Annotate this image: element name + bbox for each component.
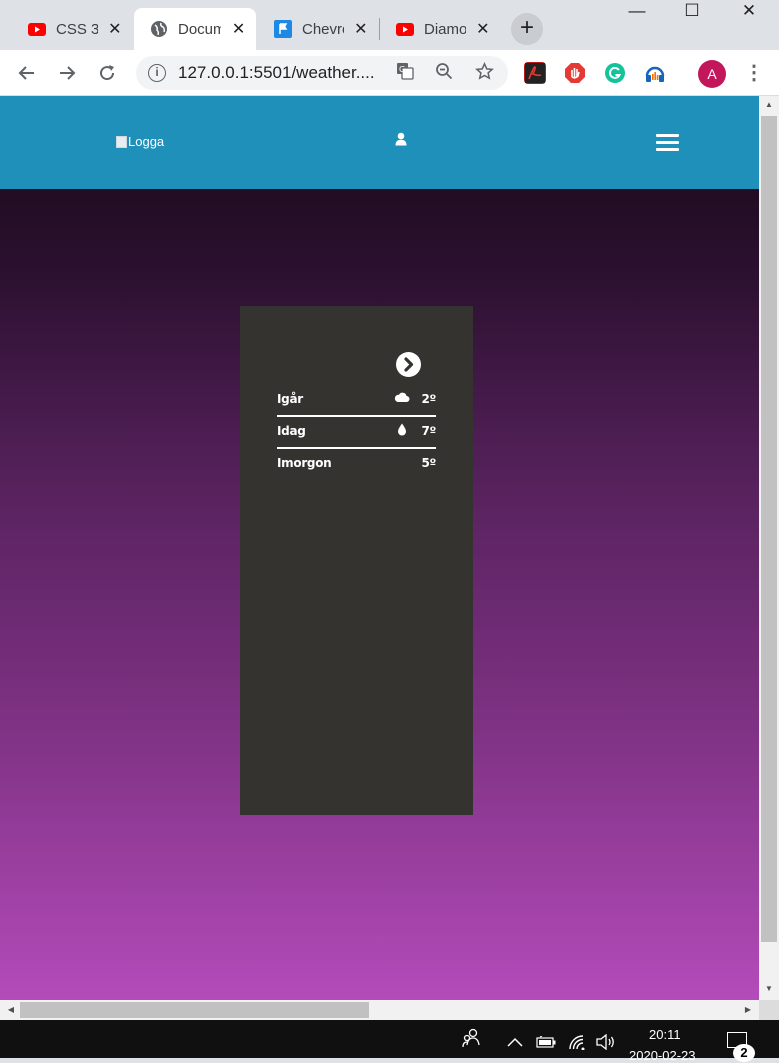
back-button[interactable] [12,58,42,88]
site-info-icon[interactable]: i [148,64,166,82]
tab-diamond[interactable]: Diamond ✕ [380,8,500,50]
weather-temp: 7º [421,424,436,438]
vertical-scroll-thumb[interactable] [761,116,777,942]
profile-avatar[interactable]: A [698,60,726,88]
scroll-corner [759,1000,779,1020]
user-icon[interactable] [395,132,407,146]
flag-icon [274,20,292,38]
arrow-right-icon [60,66,76,80]
address-bar[interactable]: i 127.0.0.1:5501/weather.... G [136,56,508,90]
tab-css3d[interactable]: CSS 3D ✕ [12,8,132,50]
url-text[interactable]: 127.0.0.1:5501/weather.... [178,63,375,83]
raindrop-icon [397,423,413,437]
globe-icon [150,20,168,38]
reload-icon [100,65,115,81]
svg-text:G: G [399,65,405,74]
browser-menu-icon[interactable]: ⋮ [744,60,764,86]
close-tab-icon[interactable]: ✕ [108,19,122,39]
chevron-up-icon[interactable] [507,1034,523,1052]
horizontal-scrollbar[interactable]: ◀ ▶ [0,1000,759,1020]
adblock-extension-icon[interactable] [564,62,586,84]
weather-day: Imorgon [277,456,332,470]
minimize-button[interactable]: — [612,0,662,24]
weather-row-tomorrow: Imorgon 5º [277,449,436,481]
page-viewport: Logga Igår 2º Idag 7º Imorgon 5º [0,96,759,1000]
weather-temp: 5º [421,456,436,470]
tab-chevron[interactable]: Chevron ✕ [258,8,378,50]
scroll-right-icon[interactable]: ▶ [739,1000,757,1020]
close-tab-icon[interactable]: ✕ [354,19,368,39]
people-icon[interactable] [462,1028,482,1053]
site-header: Logga [0,96,759,189]
youtube-icon [28,20,46,38]
maximize-button[interactable]: ☐ [667,0,717,24]
windows-taskbar: 20:11 2020-02-23 2 [0,1020,779,1063]
translate-icon[interactable]: G [394,62,416,84]
new-tab-button[interactable]: + [511,13,543,45]
tab-title: Diamond [424,20,466,38]
pdf-extension-icon[interactable] [524,62,546,84]
chevron-right-icon [404,357,414,372]
weather-temp: 2º [421,392,436,406]
scroll-up-icon[interactable]: ▲ [759,96,779,114]
arrow-left-icon [18,66,34,80]
clock-time[interactable]: 20:11 [649,1027,681,1042]
horizontal-scroll-thumb[interactable] [20,1002,369,1018]
volume-icon[interactable] [595,1033,617,1055]
tab-title: Chevron [302,20,344,38]
tab-document[interactable]: Document ✕ [134,8,256,50]
audio-extension-icon[interactable] [644,62,666,84]
scroll-down-icon[interactable]: ▼ [759,980,779,998]
grammarly-extension-icon[interactable] [604,62,626,84]
next-button[interactable] [396,352,421,377]
site-logo[interactable]: Logga [116,134,164,149]
weather-panel: Igår 2º Idag 7º Imorgon 5º [240,306,473,815]
browser-toolbar: i 127.0.0.1:5501/weather.... G A ⋮ [0,50,779,96]
cloud-icon [394,391,410,405]
youtube-icon [396,20,414,38]
reload-button[interactable] [92,58,122,88]
close-tab-icon[interactable]: ✕ [231,19,246,39]
battery-icon[interactable] [536,1035,556,1053]
weather-day: Igår [277,392,303,406]
tab-title: CSS 3D [56,20,98,38]
weather-day: Idag [277,424,306,438]
notification-badge: 2 [733,1044,755,1062]
tab-strip: CSS 3D ✕ Document ✕ Chevron ✕ Diamond ✕ … [0,0,779,50]
bookmark-star-icon[interactable] [473,62,495,84]
logo-alt-text: Logga [128,134,165,149]
close-tab-icon[interactable]: ✕ [476,19,490,39]
tab-title: Document [178,20,222,38]
forward-button[interactable] [52,58,82,88]
weather-row-today: Idag 7º [277,417,436,449]
vertical-scrollbar[interactable]: ▲ ▼ [759,96,779,1000]
wifi-icon[interactable] [568,1034,588,1055]
weather-row-yesterday: Igår 2º [277,385,436,417]
broken-image-icon [116,135,127,148]
close-window-button[interactable]: ✕ [724,0,774,24]
clock-date[interactable]: 2020-02-23 [629,1048,696,1063]
hamburger-menu-icon[interactable] [656,134,679,152]
scroll-left-icon[interactable]: ◀ [2,1000,20,1020]
zoom-icon[interactable] [433,62,455,84]
browser-window: CSS 3D ✕ Document ✕ Chevron ✕ Diamond ✕ … [0,0,779,1063]
